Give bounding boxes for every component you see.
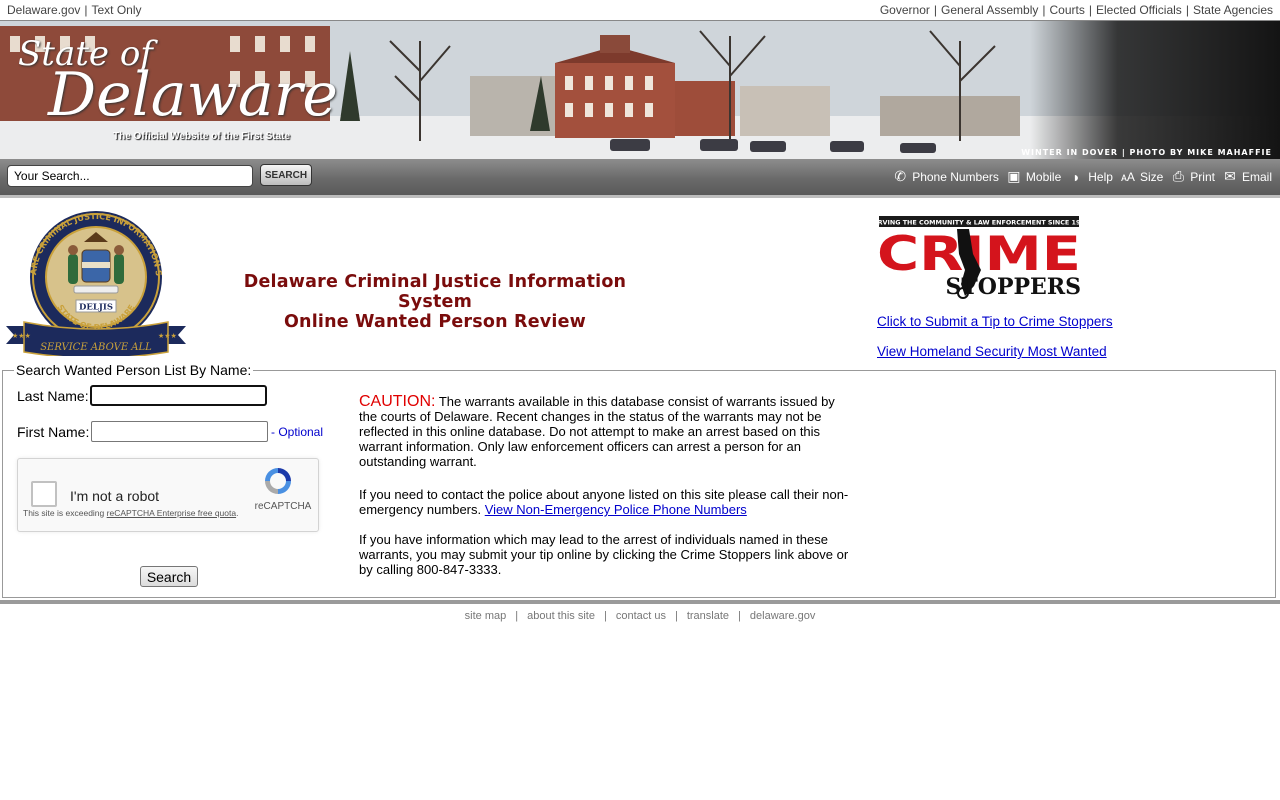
recaptcha-warning-prefix: This site is exceeding: [23, 508, 105, 518]
mobile-icon: ▣: [1007, 168, 1021, 184]
delaware-gov-link[interactable]: Delaware.gov: [7, 3, 80, 17]
tool-label: Help: [1088, 169, 1113, 184]
deljis-seal: DELAWARE CRIMINAL JUSTICE INFORMATION SY…: [6, 204, 186, 356]
caution-paragraph: CAUTION: The warrants available in this …: [359, 393, 851, 470]
homeland-security-most-wanted-link[interactable]: View Homeland Security Most Wanted: [877, 344, 1107, 359]
courts-link[interactable]: Courts: [1050, 3, 1085, 17]
text-only-link[interactable]: Text Only: [92, 3, 142, 17]
utility-bar: Delaware.gov | Text Only Governor | General …: [0, 0, 1280, 20]
utility-left-links: Delaware.gov | Text Only: [7, 3, 142, 17]
tip-paragraph: If you have information which may lead t…: [359, 532, 849, 577]
tool-label: Mobile: [1025, 169, 1062, 184]
search-form-legend: Search Wanted Person List By Name:: [16, 362, 252, 378]
phone-icon: ✆: [894, 168, 907, 184]
utility-right-links: Governor | General Assembly | Courts | Elected…: [879, 3, 1273, 17]
crime-stoppers-logo[interactable]: SERVING THE COMMUNITY & LAW ENFORCEMENT …: [877, 214, 1082, 300]
header-banner: State of Delaware The Official Website o…: [0, 20, 1280, 159]
crime-stoppers-tagline: SERVING THE COMMUNITY & LAW ENFORCEMENT …: [877, 219, 1082, 227]
site-search-input[interactable]: [7, 165, 253, 187]
text-size-tool[interactable]: ᴀA Size: [1119, 170, 1163, 184]
print-tool[interactable]: ⎙ Print: [1169, 168, 1215, 185]
site-search-button[interactable]: SEARCH: [260, 164, 312, 186]
recaptcha-warning-suffix: .: [236, 508, 239, 518]
last-name-label: Last Name:: [17, 388, 89, 404]
footer-divider: [0, 600, 1280, 604]
toolbar-tools: ✆ Phone Numbers ▣ Mobile ◗ Help ᴀA Size …: [885, 168, 1272, 185]
help-icon: ◗: [1072, 168, 1081, 185]
mobile-tool[interactable]: ▣ Mobile: [1005, 168, 1061, 185]
ribbon-stars-right: ★★★: [158, 332, 177, 340]
about-this-site-link[interactable]: about this site: [527, 610, 595, 622]
brand-tagline: The Official Website of the First State: [113, 131, 291, 142]
seal-abbr: DELJIS: [79, 303, 113, 313]
tool-label: Phone Numbers: [912, 169, 999, 184]
brand-line2: Delaware: [48, 60, 338, 130]
ribbon-stars-left: ★★★: [12, 332, 31, 340]
seal-motto: SERVICE ABOVE ALL: [40, 342, 152, 353]
contact-paragraph: If you need to contact the police about …: [359, 487, 851, 517]
contact-us-link[interactable]: contact us: [616, 610, 666, 622]
caution-heading: CAUTION:: [359, 393, 436, 410]
recaptcha-widget: I'm not a robot reCAPTCHA This site is e…: [17, 458, 319, 532]
state-agencies-link[interactable]: State Agencies: [1193, 3, 1273, 17]
toolbar: SEARCH ✆ Phone Numbers ▣ Mobile ◗ Help ᴀ…: [0, 159, 1280, 198]
email-icon: ✉: [1224, 168, 1236, 184]
optional-note: - Optional: [271, 425, 324, 439]
footer-links: site map | about this site | contact us | tran…: [464, 610, 816, 622]
recaptcha-label: I'm not a robot: [70, 488, 160, 504]
search-submit-button[interactable]: Search: [140, 566, 198, 587]
email-tool[interactable]: ✉ Email: [1221, 168, 1272, 185]
page-title: Delaware Criminal Justice Information Sy…: [226, 272, 644, 332]
first-name-label: First Name:: [17, 424, 90, 440]
non-emergency-numbers-link[interactable]: View Non-Emergency Police Phone Numbers: [485, 502, 747, 517]
recaptcha-brand: reCAPTCHA: [254, 501, 312, 512]
photo-credit: WINTER IN DOVER | PHOTO BY MIKE MAHAFFIE: [1021, 148, 1272, 157]
text-size-icon: ᴀA: [1120, 169, 1135, 184]
print-icon: ⎙: [1172, 168, 1184, 184]
help-tool[interactable]: ◗ Help: [1067, 169, 1113, 185]
tool-label: Size: [1139, 169, 1164, 184]
general-assembly-link[interactable]: General Assembly: [941, 3, 1038, 17]
recaptcha-quota-link[interactable]: reCAPTCHA Enterprise free quota: [107, 508, 236, 518]
tool-label: Email: [1241, 169, 1272, 184]
tool-label: Print: [1190, 169, 1215, 184]
translate-link[interactable]: translate: [687, 610, 729, 622]
page-title-line1: Delaware Criminal Justice Information Sy…: [243, 272, 627, 312]
recaptcha-warning: This site is exceeding reCAPTCHA Enterpr…: [23, 508, 238, 519]
state-of-delaware-logo[interactable]: State of Delaware: [18, 37, 338, 125]
first-name-input[interactable]: [91, 421, 268, 442]
last-name-input[interactable]: [90, 385, 267, 406]
governor-link[interactable]: Governor: [880, 3, 930, 17]
recaptcha-icon: [265, 468, 291, 494]
crime-stoppers-word2: STOPPERS: [946, 274, 1081, 300]
submit-tip-link[interactable]: Click to Submit a Tip to Crime Stoppers: [877, 314, 1113, 329]
recaptcha-checkbox[interactable]: [31, 481, 57, 507]
page-title-line2: Online Wanted Person Review: [283, 312, 587, 332]
phone-numbers-tool[interactable]: ✆ Phone Numbers: [891, 168, 999, 185]
elected-officials-link[interactable]: Elected Officials: [1096, 3, 1182, 17]
site-map-link[interactable]: site map: [465, 610, 507, 622]
delaware-gov-footer-link[interactable]: delaware.gov: [750, 610, 815, 622]
